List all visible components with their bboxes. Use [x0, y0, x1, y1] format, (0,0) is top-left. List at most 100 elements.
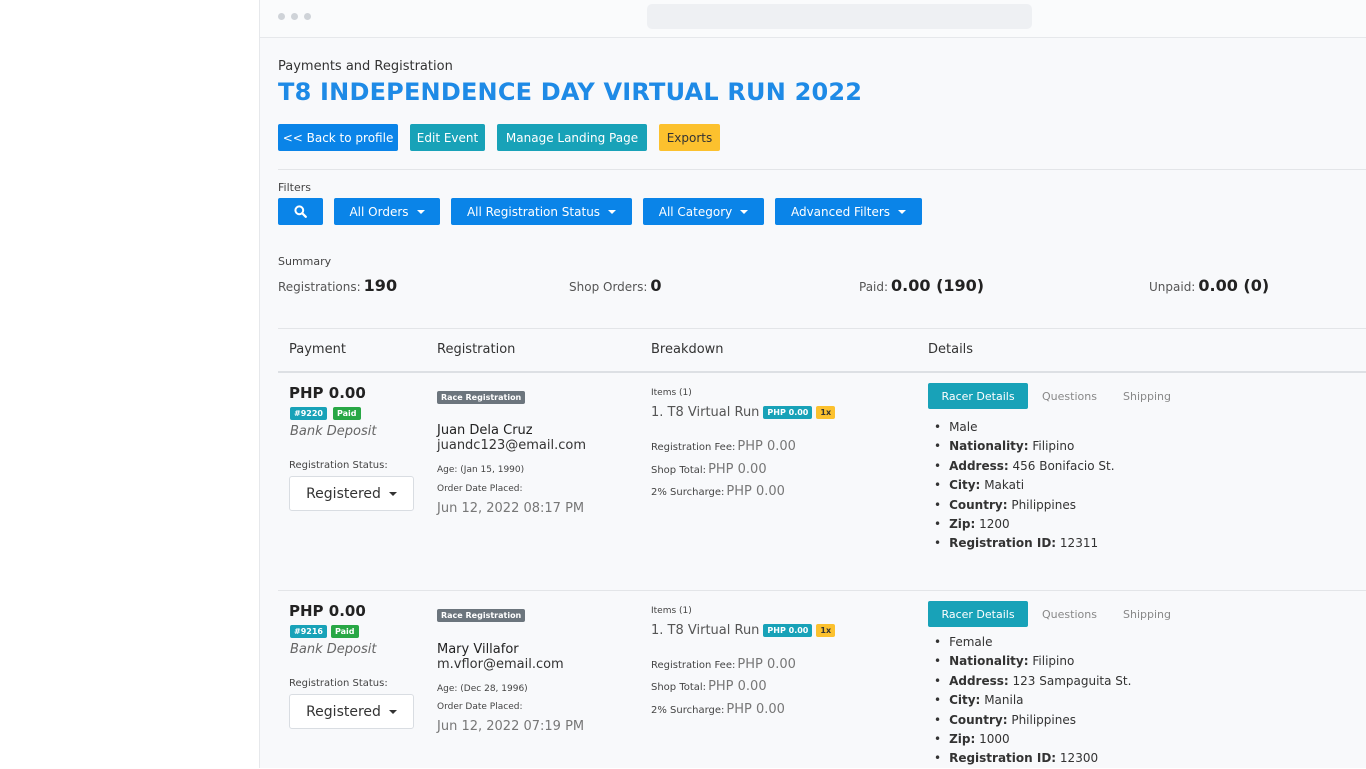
paid-value: 0.00 (190) — [891, 276, 985, 295]
order-id-badge[interactable]: #9220 — [290, 407, 327, 420]
column-header-registration[interactable]: Registration — [437, 342, 515, 357]
summary-registrations: Registrations: 190 — [278, 276, 397, 295]
summary-shop-orders: Shop Orders: 0 — [569, 276, 662, 295]
order-date: Jun 12, 2022 08:17 PM — [437, 501, 585, 516]
paid-badge: Paid — [331, 625, 359, 638]
detail-item: Country: Philippines — [934, 496, 1115, 515]
item-qty-badge: 1x — [816, 406, 836, 419]
search-button[interactable] — [278, 198, 323, 225]
surcharge: 2% Surcharge: PHP 0.00 — [651, 702, 785, 717]
tab-racer-details[interactable]: Racer Details — [928, 383, 1028, 409]
detail-value: 1000 — [979, 731, 1010, 746]
detail-item: Registration ID: 12311 — [934, 534, 1115, 553]
gender-value: Male — [949, 420, 978, 434]
gender-value: Female — [949, 635, 993, 649]
tab-questions[interactable]: Questions — [1042, 390, 1097, 403]
detail-item: Address: 456 Bonifacio St. — [934, 457, 1115, 476]
detail-item: Zip: 1200 — [934, 515, 1115, 534]
payment-method: Bank Deposit — [290, 642, 377, 657]
payment-amount: PHP 0.00 — [289, 602, 366, 620]
order-id-badge[interactable]: #9216 — [290, 625, 327, 638]
detail-item: Nationality: Filipino — [934, 437, 1115, 456]
registration-status-value: Registered — [306, 703, 381, 720]
back-to-profile-button[interactable]: << Back to profile — [278, 124, 398, 151]
race-registration-badge: Race Registration — [437, 391, 526, 404]
item-name: 1. T8 Virtual Run — [651, 623, 760, 638]
tab-shipping[interactable]: Shipping — [1123, 608, 1171, 621]
row-divider — [278, 590, 1366, 591]
detail-label: Registration ID: — [949, 536, 1057, 551]
order-date: Jun 12, 2022 07:19 PM — [437, 719, 585, 734]
tab-racer-details[interactable]: Racer Details — [928, 601, 1028, 627]
registration-fee: Registration Fee: PHP 0.00 — [651, 657, 796, 672]
registration-fee: Registration Fee: PHP 0.00 — [651, 439, 796, 454]
order-date-label: Order Date Placed: — [437, 702, 523, 712]
registration-status-dropdown[interactable]: All Registration Status — [451, 198, 632, 225]
caret-down-icon — [388, 491, 397, 496]
edit-event-button[interactable]: Edit Event — [410, 124, 485, 151]
registration-status-select[interactable]: Registered — [289, 694, 414, 729]
detail-item: Registration ID: 12300 — [934, 749, 1131, 768]
detail-value: Manila — [984, 693, 1024, 708]
surcharge-label: 2% Surcharge: — [651, 487, 725, 498]
column-header-details[interactable]: Details — [928, 342, 973, 357]
divider — [278, 328, 1366, 329]
race-registration-badge: Race Registration — [437, 609, 526, 622]
registrant-name: Mary Villafor — [437, 642, 519, 657]
manage-landing-page-button[interactable]: Manage Landing Page — [497, 124, 647, 151]
registration-status-select[interactable]: Registered — [289, 476, 414, 511]
shop-total-value: PHP 0.00 — [708, 679, 767, 694]
detail-value: Filipino — [1032, 439, 1075, 454]
shop-total-value: PHP 0.00 — [708, 462, 767, 477]
detail-label: Address: — [949, 458, 1009, 473]
item-price-badge: PHP 0.00 — [763, 624, 813, 637]
registrant-name: Juan Dela Cruz — [437, 423, 533, 438]
surcharge-label: 2% Surcharge: — [651, 705, 725, 716]
registration-fee-label: Registration Fee: — [651, 660, 736, 671]
tab-questions[interactable]: Questions — [1042, 608, 1097, 621]
window-controls — [278, 13, 311, 20]
detail-item: Address: 123 Sampaguita St. — [934, 672, 1131, 691]
detail-label: Nationality: — [949, 654, 1029, 669]
detail-label: Zip: — [949, 731, 976, 746]
column-header-payment[interactable]: Payment — [289, 342, 346, 357]
detail-value: 456 Bonifacio St. — [1012, 458, 1115, 473]
header-divider — [278, 371, 1366, 373]
column-header-breakdown[interactable]: Breakdown — [651, 342, 724, 357]
registration-status-label: All Registration Status — [466, 204, 601, 219]
summary-unpaid: Unpaid: 0.00 (0) — [1149, 276, 1269, 295]
detail-value: 12311 — [1059, 536, 1099, 551]
surcharge: 2% Surcharge: PHP 0.00 — [651, 484, 785, 499]
items-label: Items (1) — [651, 388, 692, 398]
detail-value: Philippines — [1011, 712, 1076, 727]
window-dot[interactable] — [278, 13, 285, 20]
detail-value: 12300 — [1059, 751, 1099, 766]
registration-fee-value: PHP 0.00 — [737, 657, 796, 672]
detail-item: City: Manila — [934, 691, 1131, 710]
window-dot[interactable] — [291, 13, 298, 20]
shop-total: Shop Total: PHP 0.00 — [651, 679, 767, 694]
racer-details-list: Male Nationality: Filipino Address: 456 … — [934, 418, 1115, 554]
racer-details-list: Female Nationality: Filipino Address: 12… — [934, 633, 1131, 769]
category-label: All Category — [658, 204, 733, 219]
shop-total-label: Shop Total: — [651, 465, 707, 476]
filters-label: Filters — [278, 181, 311, 194]
category-dropdown[interactable]: All Category — [643, 198, 764, 225]
unpaid-value: 0.00 (0) — [1198, 276, 1270, 295]
tab-shipping[interactable]: Shipping — [1123, 390, 1171, 403]
address-bar[interactable] — [647, 4, 1032, 29]
unpaid-label: Unpaid: — [1149, 280, 1196, 294]
item-name: 1. T8 Virtual Run — [651, 405, 760, 420]
all-orders-dropdown[interactable]: All Orders — [334, 198, 440, 225]
detail-item: Male — [934, 418, 1115, 437]
exports-button[interactable]: Exports — [659, 124, 720, 151]
paid-badge: Paid — [333, 407, 361, 420]
window-dot[interactable] — [304, 13, 311, 20]
registration-status-value: Registered — [306, 485, 381, 502]
detail-label: Registration ID: — [949, 751, 1057, 766]
all-orders-label: All Orders — [349, 204, 409, 219]
item-line: 1. T8 Virtual Run PHP 0.00 1x — [651, 623, 836, 638]
detail-label: Country: — [949, 712, 1008, 727]
page-subtitle: Payments and Registration — [278, 59, 453, 74]
advanced-filters-dropdown[interactable]: Advanced Filters — [775, 198, 922, 225]
